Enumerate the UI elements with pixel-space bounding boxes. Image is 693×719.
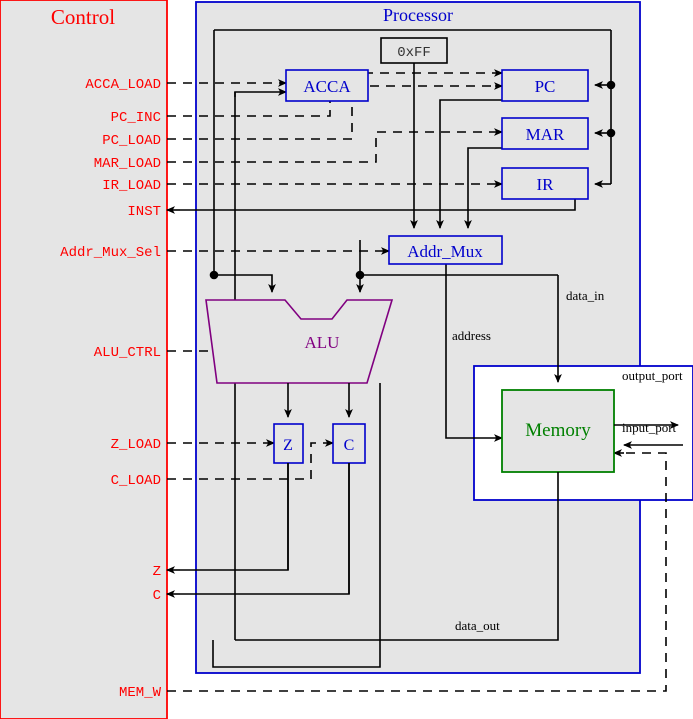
block-z-label: Z xyxy=(283,437,293,454)
control-title: Control xyxy=(51,5,115,29)
block-mar-label: MAR xyxy=(526,125,565,144)
signal-label-alu-ctrl: ALU_CTRL xyxy=(94,345,161,361)
cpu-block-diagram: Control Processor ACCA_LOAD PC_INC PC_LO… xyxy=(0,0,693,719)
label-data-out: data_out xyxy=(455,618,500,633)
label-data-in: data_in xyxy=(566,288,605,303)
processor-title: Processor xyxy=(383,5,453,25)
signal-label-inst: INST xyxy=(127,204,161,220)
block-addr-mux-label: Addr_Mux xyxy=(407,242,483,261)
signal-label-mem-w: MEM_W xyxy=(119,685,162,701)
label-address: address xyxy=(452,328,491,343)
junction-dot-mar xyxy=(606,128,616,138)
signal-label-pc-load: PC_LOAD xyxy=(102,133,161,149)
signal-label-z-flag: Z xyxy=(153,564,161,580)
signal-label-pc-inc: PC_INC xyxy=(111,110,161,126)
label-output-port: output_port xyxy=(622,368,683,383)
block-memory-label: Memory xyxy=(525,420,591,441)
block-ir-label: IR xyxy=(537,175,555,194)
label-input-port: input_port xyxy=(622,420,677,435)
block-alu-label: ALU xyxy=(305,333,340,352)
signal-label-z-load: Z_LOAD xyxy=(111,437,161,453)
signal-label-c-flag: C xyxy=(153,588,161,604)
signal-label-acca-load: ACCA_LOAD xyxy=(85,77,161,93)
block-diagram-canvas: Control Processor ACCA_LOAD PC_INC PC_LO… xyxy=(0,0,693,719)
signal-label-mar-load: MAR_LOAD xyxy=(94,156,161,172)
signal-label-addr-mux-sel: Addr_Mux_Sel xyxy=(60,245,161,261)
block-c-label: C xyxy=(344,437,355,454)
constant-value: 0xFF xyxy=(397,45,431,61)
signal-label-ir-load: IR_LOAD xyxy=(102,178,161,194)
block-pc-label: PC xyxy=(535,77,556,96)
block-acca-label: ACCA xyxy=(303,77,351,96)
junction-dot-pc xyxy=(606,80,616,90)
signal-label-c-load: C_LOAD xyxy=(111,473,161,489)
